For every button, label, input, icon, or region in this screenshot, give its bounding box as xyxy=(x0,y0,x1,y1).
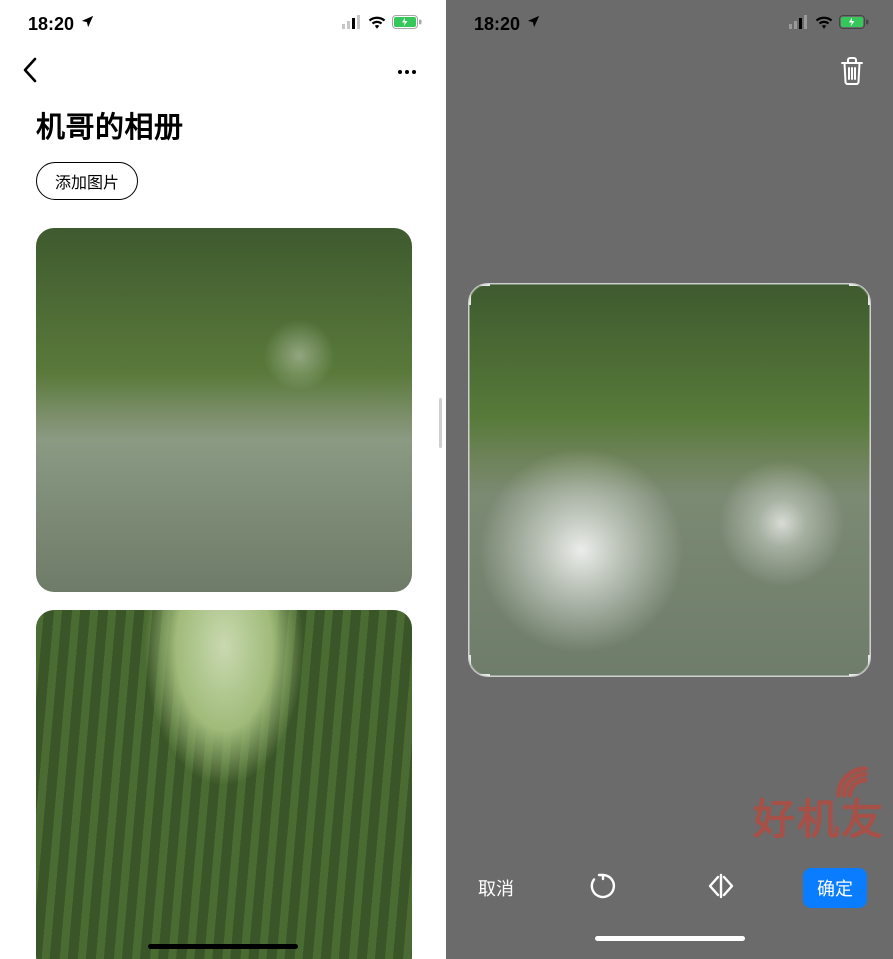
album-photo[interactable] xyxy=(36,228,412,592)
album-photo[interactable] xyxy=(36,610,412,959)
status-time: 18:20 xyxy=(28,14,74,35)
status-left: 18:20 xyxy=(28,14,95,35)
cancel-label: 取消 xyxy=(478,879,514,899)
status-left: 18:20 xyxy=(474,14,541,35)
back-button[interactable] xyxy=(14,51,46,94)
rotate-button[interactable] xyxy=(588,871,618,906)
crop-handle-bl[interactable] xyxy=(468,655,490,677)
crop-handle-br[interactable] xyxy=(849,655,871,677)
more-icon xyxy=(398,70,402,74)
cellular-icon xyxy=(789,15,809,34)
status-right xyxy=(342,15,422,34)
crop-tools xyxy=(588,871,736,906)
crop-screen: 18:20 xyxy=(446,0,893,959)
nav-bar xyxy=(0,48,446,96)
scroll-indicator[interactable] xyxy=(439,398,442,448)
confirm-button[interactable]: 确定 xyxy=(803,868,867,908)
home-indicator[interactable] xyxy=(595,936,745,941)
location-arrow-icon xyxy=(526,14,541,34)
album-screen: 18:20 xyxy=(0,0,446,959)
battery-charging-icon xyxy=(392,15,422,34)
crop-toolbar: 取消 确定 xyxy=(446,867,893,909)
album-title: 机哥的相册 xyxy=(36,104,410,146)
more-button[interactable] xyxy=(390,62,424,82)
flip-horizontal-icon xyxy=(706,871,736,901)
confirm-label: 确定 xyxy=(817,879,853,899)
delete-button[interactable] xyxy=(835,54,869,88)
status-bar: 18:20 xyxy=(0,0,446,48)
add-photo-label: 添加图片 xyxy=(55,169,119,193)
wifi-icon xyxy=(368,15,386,34)
watermark-icon xyxy=(833,763,871,801)
status-right xyxy=(789,15,869,34)
status-bar: 18:20 xyxy=(446,0,893,48)
crop-handle-tl[interactable] xyxy=(468,283,490,305)
cellular-icon xyxy=(342,15,362,34)
crop-handle-tr[interactable] xyxy=(849,283,871,305)
watermark-text: 好机友 xyxy=(753,786,885,847)
location-arrow-icon xyxy=(80,14,95,34)
flip-button[interactable] xyxy=(706,871,736,906)
album-content: 机哥的相册 添加图片 xyxy=(0,96,446,959)
home-indicator[interactable] xyxy=(148,944,298,949)
battery-charging-icon xyxy=(839,15,869,34)
crop-frame[interactable] xyxy=(468,283,871,677)
cancel-button[interactable]: 取消 xyxy=(472,867,520,909)
photo-list[interactable] xyxy=(36,228,410,959)
status-time: 18:20 xyxy=(474,14,520,35)
trash-icon xyxy=(839,57,865,85)
chevron-left-icon xyxy=(22,57,38,83)
wifi-icon xyxy=(815,15,833,34)
add-photo-button[interactable]: 添加图片 xyxy=(36,162,138,200)
rotate-icon xyxy=(588,871,618,901)
